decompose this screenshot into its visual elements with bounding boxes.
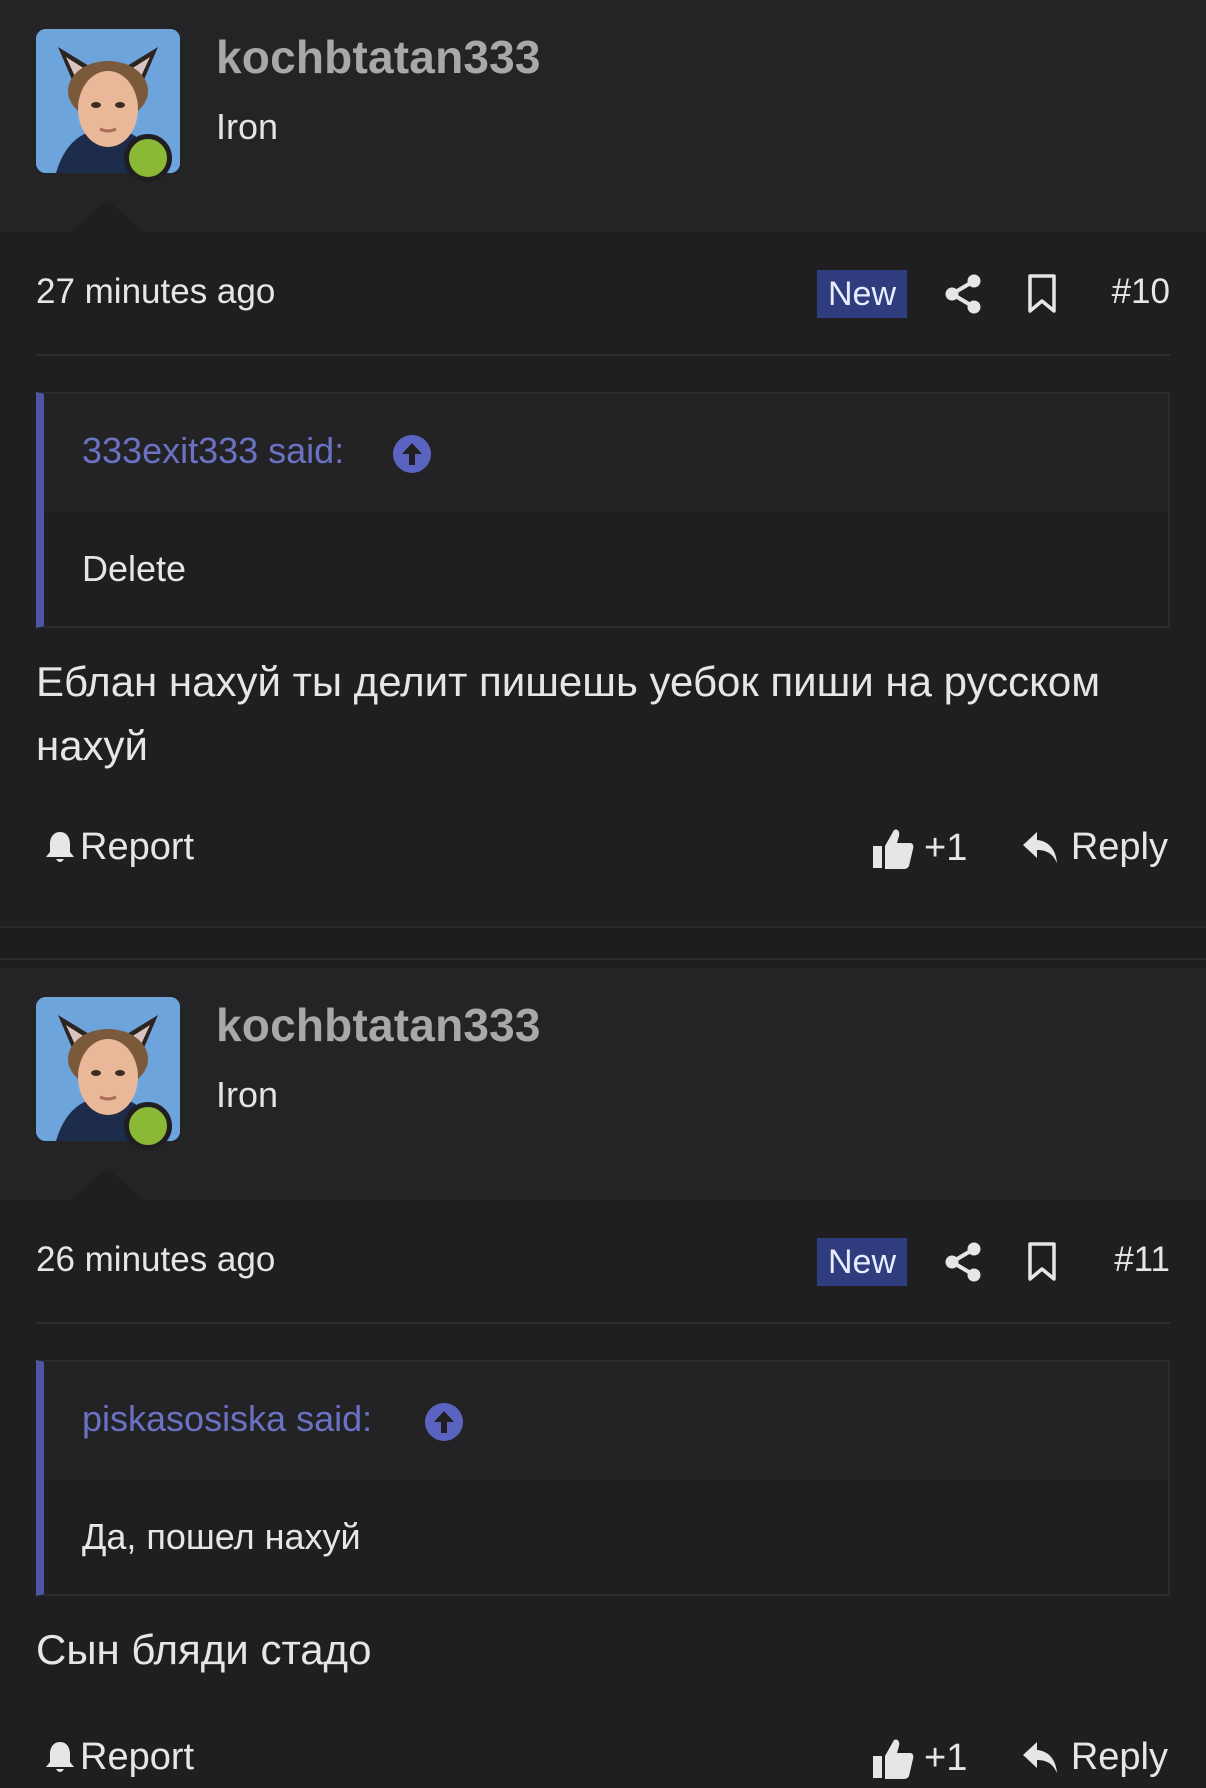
quote-text: Да, пошел нахуй xyxy=(82,1516,361,1557)
quote-header: 333exit333 said: xyxy=(44,394,1168,512)
divider xyxy=(36,354,1170,356)
bell-icon xyxy=(46,831,74,862)
share-icon[interactable] xyxy=(944,274,982,314)
thumbs-up-icon xyxy=(873,1739,914,1779)
reply-arrow-icon xyxy=(1022,831,1057,863)
reply-button[interactable]: Reply xyxy=(1021,1736,1168,1779)
header-caret xyxy=(71,1168,143,1200)
post-header: kochbtatan333 Iron xyxy=(0,0,1206,232)
online-status-dot xyxy=(124,1102,172,1150)
divider xyxy=(36,1322,1170,1324)
post-meta: 27 minutes ago New #10 xyxy=(36,268,1170,320)
report-label: Report xyxy=(80,826,195,868)
username[interactable]: kochbtatan333 xyxy=(216,30,541,84)
user-rank: Iron xyxy=(216,1074,279,1115)
bookmark-icon[interactable] xyxy=(1026,1242,1058,1282)
post-timestamp[interactable]: 27 minutes ago xyxy=(36,272,275,312)
report-button[interactable]: Report xyxy=(44,1736,194,1779)
new-badge: New xyxy=(817,270,907,318)
like-count: +1 xyxy=(924,1736,968,1779)
report-label: Report xyxy=(80,1736,195,1778)
user-rank: Iron xyxy=(216,106,279,147)
reply-label: Reply xyxy=(1070,1736,1168,1778)
bell-icon xyxy=(46,1741,74,1772)
post-number[interactable]: #11 xyxy=(1114,1240,1170,1280)
bookmark-icon[interactable] xyxy=(1026,274,1058,314)
reply-button[interactable]: Reply xyxy=(1021,826,1168,869)
quote-author[interactable]: piskasosiska said: xyxy=(82,1398,372,1440)
online-status-dot xyxy=(124,134,172,182)
post-actions: Report +1 Reply xyxy=(36,826,1170,878)
username[interactable]: kochbtatan333 xyxy=(216,998,541,1052)
post-timestamp[interactable]: 26 minutes ago xyxy=(36,1240,275,1280)
post-message: Еблан нахуй ты делит пишешь уебок пиши н… xyxy=(36,658,1101,769)
post-number[interactable]: #10 xyxy=(1112,272,1170,312)
thumbs-up-icon xyxy=(873,829,914,869)
reply-label: Reply xyxy=(1070,826,1168,868)
share-icon[interactable] xyxy=(944,1242,982,1282)
post-separator xyxy=(0,926,1206,960)
header-caret xyxy=(71,200,143,232)
arrow-up-circle-icon[interactable] xyxy=(424,1402,464,1442)
reply-arrow-icon xyxy=(1022,1741,1057,1773)
report-button[interactable]: Report xyxy=(44,826,194,869)
post-meta: 26 minutes ago New #11 xyxy=(36,1236,1170,1288)
quote-text: Delete xyxy=(82,548,187,589)
like-count: +1 xyxy=(924,826,968,869)
quote-block: piskasosiska said: Да, пошел нахуй xyxy=(36,1360,1170,1596)
post-header: kochbtatan333 Iron xyxy=(0,968,1206,1200)
post-actions: Report +1 Reply xyxy=(36,1736,1170,1788)
quote-header: piskasosiska said: xyxy=(44,1362,1168,1480)
like-button[interactable]: +1 xyxy=(872,1736,967,1780)
like-button[interactable]: +1 xyxy=(872,826,967,870)
post-message: Сын бляди стадо xyxy=(36,1626,372,1673)
arrow-up-circle-icon[interactable] xyxy=(392,434,432,474)
new-badge: New xyxy=(817,1238,907,1286)
quote-block: 333exit333 said: Delete xyxy=(36,392,1170,628)
quote-author[interactable]: 333exit333 said: xyxy=(82,430,344,472)
